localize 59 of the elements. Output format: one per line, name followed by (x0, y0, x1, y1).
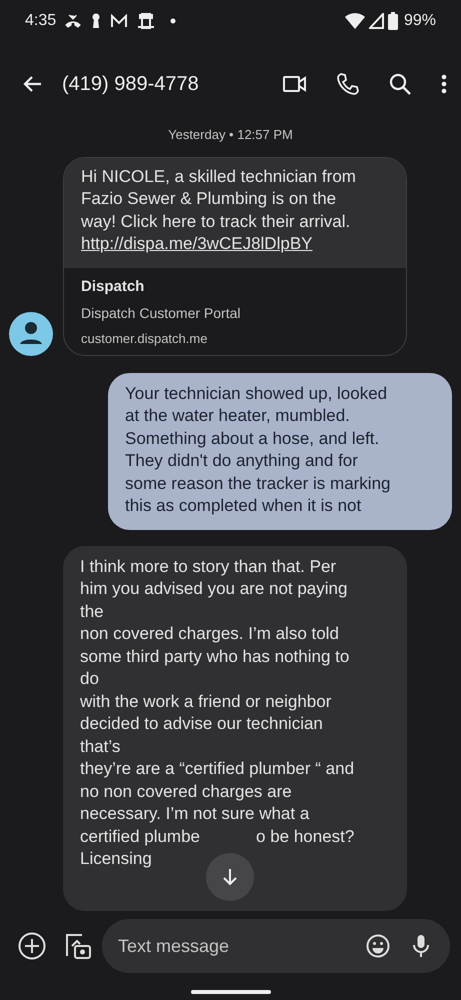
more-vertical-icon (441, 74, 447, 94)
message-text-line: at the water heater, mumbled. (125, 405, 350, 427)
message-text-line: decided to advise our technician (80, 713, 323, 735)
contact-avatar-icon (9, 312, 53, 356)
message-text-line: this as completed when it is not (125, 495, 362, 517)
message-input-field[interactable]: Text message (118, 932, 366, 960)
message-text-line: with the work a friend or neighbor (80, 690, 332, 712)
gallery-camera-icon (64, 932, 92, 960)
voice-button[interactable] (412, 934, 430, 958)
message-text-line: non covered charges. I’m also told (80, 623, 339, 645)
message-text-line: do (80, 668, 99, 690)
message-link[interactable]: http://dispa.me/3wCEJ8lDlpBY (81, 234, 312, 253)
video-camera-icon (283, 75, 307, 93)
message-text-line: him you advised you are not paying (80, 578, 348, 600)
message-text-line: Licensing (80, 848, 152, 870)
gallery-button[interactable] (64, 932, 92, 960)
contact-title: (419) 989-4778 (62, 72, 199, 97)
missed-call-icon (64, 14, 82, 28)
mail-icon (110, 14, 128, 28)
smiley-icon (366, 934, 390, 958)
message-text-line: o be honest? (256, 826, 354, 848)
battery-level: 99% (404, 11, 436, 31)
message-text: Hi NICOLE, a skilled technician from Fazio Sewer & Plumbing is on the way! Click here to track their arrival. (81, 166, 357, 232)
message-text-line: certified plumbe (80, 826, 200, 848)
search-icon (389, 73, 411, 95)
wifi-icon (344, 13, 365, 29)
date-divider: Yesterday • 12:57 PM (167, 126, 294, 144)
cell-signal-icon (368, 13, 384, 29)
microphone-icon (412, 934, 430, 958)
plus-circle-icon (18, 932, 46, 960)
keyhole-icon (91, 13, 102, 29)
preview-description: Dispatch Customer Portal (81, 304, 242, 323)
down-arrow-icon (222, 868, 238, 886)
preview-domain: customer.dispatch.me (81, 330, 208, 348)
message-text-line: some third party who has nothing to (80, 646, 350, 668)
add-button[interactable] (18, 932, 46, 960)
call-button[interactable] (337, 73, 359, 95)
emoji-button[interactable] (366, 934, 390, 958)
video-call-button[interactable] (283, 75, 307, 93)
back-arrow-icon (22, 75, 42, 93)
preview-title: Dispatch (81, 276, 146, 296)
battery-icon (388, 12, 398, 30)
device-icon (137, 13, 156, 29)
message-text-line: Your technician showed up, looked (125, 382, 388, 404)
message-text-line: necessary. I’m not sure what a (80, 803, 310, 825)
message-text-line: that’s (80, 736, 120, 758)
message-text-line: They didn't do anything and for (125, 450, 358, 472)
message-text-line: they’re are a “certified plumber “ and (80, 758, 354, 780)
message-text-line: some reason the tracker is marking (125, 472, 390, 494)
clock-time: 4:35 (25, 11, 56, 31)
search-button[interactable] (389, 73, 411, 95)
dot-icon (170, 18, 176, 24)
message-text-line: I think more to story than that. Per (80, 556, 336, 578)
phone-icon (337, 73, 359, 95)
message-text-line: the (80, 600, 104, 622)
message-text-line: no non covered charges are (80, 780, 292, 802)
more-options-button[interactable] (441, 74, 447, 94)
message-composer[interactable]: Text message (102, 919, 450, 973)
message-text-line: Something about a hose, and left. (125, 428, 380, 450)
